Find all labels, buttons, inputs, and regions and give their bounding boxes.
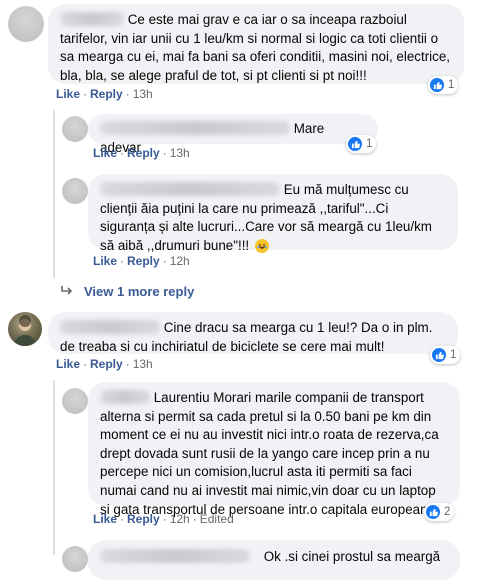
timestamp[interactable]: 13h	[133, 357, 153, 371]
avatar[interactable]	[62, 388, 88, 414]
comment-actions: Like · Reply · 12h	[93, 254, 190, 268]
timestamp[interactable]: 13h	[133, 87, 153, 101]
author-name-blurred[interactable]	[60, 12, 124, 26]
comment-bubble: Mare adevar	[88, 114, 378, 155]
avatar[interactable]	[8, 312, 42, 346]
like-icon	[432, 348, 446, 362]
author-name-blurred[interactable]	[60, 320, 160, 334]
avatar[interactable]	[62, 178, 88, 204]
view-more-replies[interactable]: View 1 more reply	[60, 284, 194, 299]
reply-button[interactable]: Reply	[127, 512, 160, 526]
like-button[interactable]: Like	[56, 87, 80, 101]
comment-bubble: Eu mă mulțumesc cu clienții ăia puțini l…	[88, 174, 458, 253]
reply-button[interactable]: Reply	[127, 254, 160, 268]
edited-label: Edited	[199, 512, 234, 526]
reaction-count[interactable]: 1	[430, 346, 461, 364]
timestamp[interactable]: 12h	[170, 254, 190, 268]
author-name-blurred[interactable]	[100, 182, 280, 196]
like-button[interactable]: Like	[93, 254, 117, 268]
like-icon	[348, 137, 362, 151]
comment-actions: Like · Reply · 13h	[93, 146, 190, 160]
comment-text: Laurentiu Morari marile companii de tran…	[100, 390, 439, 517]
reaction-count[interactable]: 2	[424, 503, 455, 521]
thread-line	[53, 110, 55, 278]
avatar[interactable]	[8, 6, 44, 42]
reply-button[interactable]: Reply	[90, 87, 123, 101]
comment-actions: Like · Reply · 13h	[56, 87, 153, 101]
comment-text: Ok .si cinei prostul sa meargă	[263, 549, 441, 564]
like-button[interactable]: Like	[56, 357, 80, 371]
reaction-count[interactable]: 1	[346, 135, 377, 153]
comment-actions: Like · Reply · 12h · Edited	[93, 512, 234, 526]
like-button[interactable]: Like	[93, 146, 117, 160]
reaction-count[interactable]: 1	[428, 76, 459, 94]
like-icon	[430, 78, 444, 92]
comment-bubble: Ok .si cinei prostul sa meargă	[88, 540, 460, 580]
author-name-blurred[interactable]	[100, 549, 250, 563]
avatar[interactable]	[62, 546, 88, 572]
reply-arrow-icon	[61, 286, 73, 295]
comment-actions: Like · Reply · 13h	[56, 357, 153, 371]
avatar[interactable]	[62, 116, 88, 142]
timestamp[interactable]: 13h	[170, 146, 190, 160]
reply-button[interactable]: Reply	[90, 357, 123, 371]
author-name-blurred[interactable]	[100, 121, 290, 135]
laughing-emoji-icon	[254, 238, 269, 253]
comment-bubble: Cine dracu sa mearga cu 1 leu!? Da o in …	[48, 312, 458, 354]
reply-button[interactable]: Reply	[127, 146, 160, 160]
comment-bubble: Laurentiu Morari marile companii de tran…	[88, 382, 460, 517]
comment-bubble: Ce este mai grav e ca iar o sa inceapa r…	[48, 4, 464, 84]
timestamp[interactable]: 12h	[170, 512, 190, 526]
thread-line	[53, 380, 55, 555]
author-name-blurred[interactable]	[100, 390, 150, 404]
like-icon	[426, 505, 440, 519]
like-button[interactable]: Like	[93, 512, 117, 526]
